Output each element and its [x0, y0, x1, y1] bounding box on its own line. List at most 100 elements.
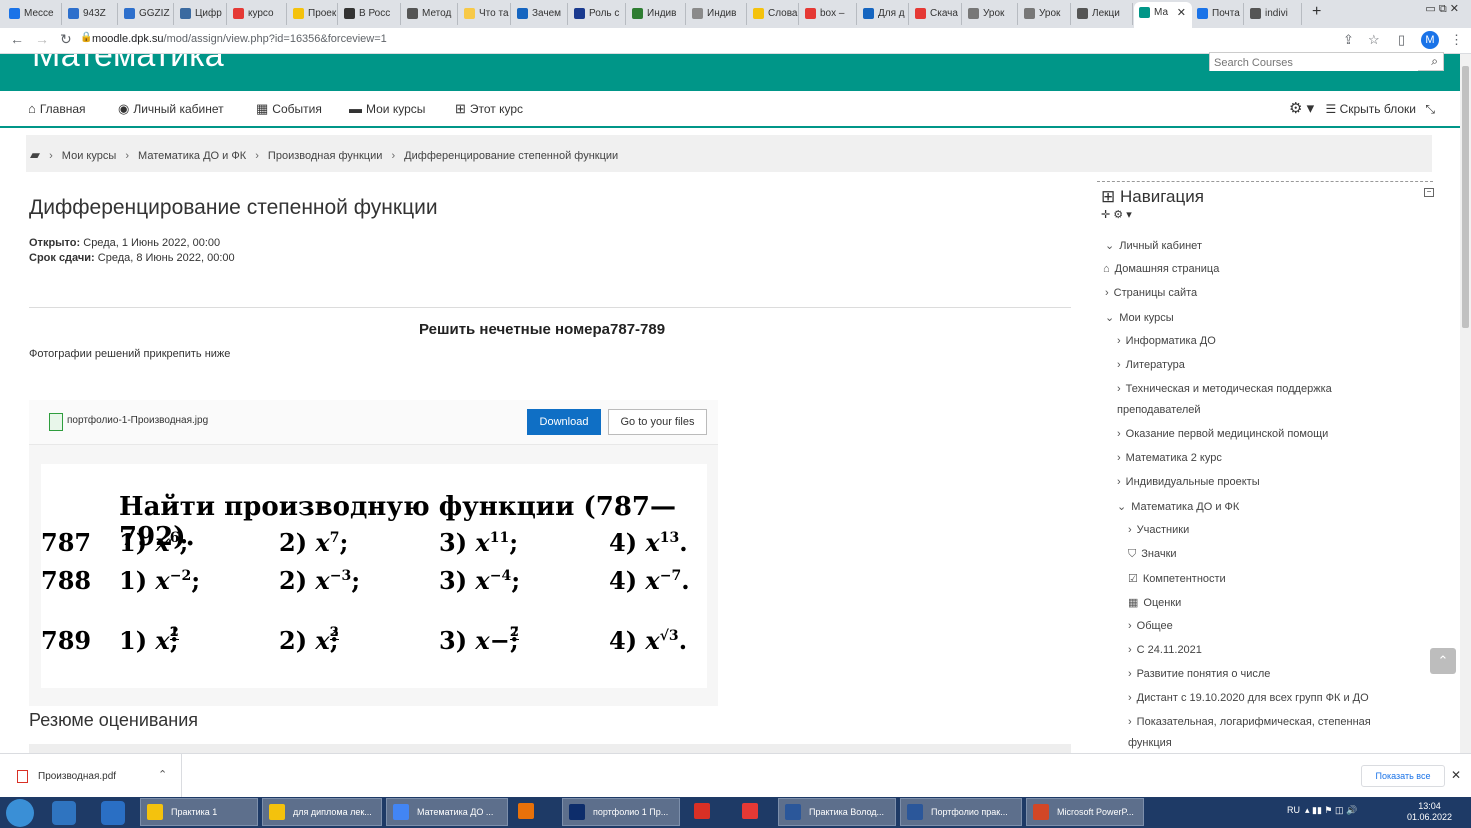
- taskbar-task[interactable]: Microsoft PowerP...: [1026, 798, 1144, 826]
- menu-dashboard[interactable]: ◉ Личный кабинет: [118, 101, 224, 117]
- nav-item[interactable]: › Показательная, логарифмическая, степенн…: [1128, 716, 1371, 728]
- collapse-block-icon[interactable]: −: [1424, 188, 1434, 197]
- menu-events[interactable]: ▦ События: [256, 101, 322, 117]
- browser-tab[interactable]: Индив: [627, 3, 686, 25]
- nav-item[interactable]: функция: [1128, 737, 1172, 749]
- nav-item[interactable]: ⛉ Значки: [1128, 548, 1177, 561]
- nav-item[interactable]: ☑ Компетентности: [1128, 572, 1226, 585]
- back-icon[interactable]: ←: [10, 31, 24, 47]
- browser-tab[interactable]: В Росс: [339, 3, 401, 25]
- fullscreen-icon[interactable]: ⤡: [1425, 102, 1435, 116]
- nav-item[interactable]: ⌄ Личный кабинет: [1105, 239, 1202, 252]
- nav-item[interactable]: ▦ Оценки: [1128, 596, 1181, 609]
- scrollbar-thumb[interactable]: [1462, 66, 1469, 328]
- nav-item[interactable]: › С 24.11.2021: [1128, 644, 1202, 656]
- nav-item[interactable]: ⌄ Мои курсы: [1105, 311, 1174, 324]
- go-to-files-button[interactable]: Go to your files: [608, 409, 707, 435]
- download-item[interactable]: Производная.pdf ⌃: [0, 754, 182, 798]
- hide-blocks-button[interactable]: ☰ Скрыть блоки: [1326, 102, 1417, 116]
- nav-item[interactable]: › Общее: [1128, 620, 1173, 632]
- browser-tab[interactable]: Урок: [1019, 3, 1071, 25]
- taskbar-task[interactable]: Практика Волод...: [778, 798, 896, 826]
- taskbar-task[interactable]: Портфолио прак...: [900, 798, 1022, 826]
- browser-tab[interactable]: Лекци: [1072, 3, 1133, 25]
- bookmark-star-icon[interactable]: ☆: [1368, 32, 1380, 48]
- browser-tab[interactable]: Слова: [748, 3, 799, 25]
- browser-tab[interactable]: Почта: [1192, 3, 1244, 25]
- nav-item[interactable]: › Литература: [1117, 359, 1185, 371]
- taskbar-task[interactable]: [512, 798, 542, 826]
- chevron-up-icon[interactable]: ⌃: [158, 768, 167, 781]
- back-to-top-button[interactable]: ⌃: [1430, 648, 1456, 674]
- site-title[interactable]: Математика: [32, 54, 224, 75]
- new-tab-button[interactable]: +: [1312, 3, 1321, 21]
- show-all-downloads-button[interactable]: Показать все: [1361, 765, 1445, 787]
- browser-tab[interactable]: 943Z: [63, 3, 118, 25]
- reload-icon[interactable]: ↻: [60, 31, 72, 48]
- settings-gear-icon[interactable]: ⚙ ▾: [1289, 100, 1314, 117]
- nav-item[interactable]: › Страницы сайта: [1105, 287, 1197, 299]
- nav-item[interactable]: ⌄ Математика ДО и ФК: [1117, 500, 1239, 513]
- menu-my-courses[interactable]: ▬ Мои курсы: [349, 101, 425, 116]
- forward-icon[interactable]: →: [35, 31, 49, 47]
- taskbar-task[interactable]: Практика 1: [140, 798, 258, 826]
- share-icon[interactable]: ⇪: [1343, 32, 1354, 48]
- start-button[interactable]: [6, 799, 34, 827]
- window-controls[interactable]: ▭ ⧉ ✕: [1425, 2, 1459, 16]
- nav-item[interactable]: › Участники: [1128, 524, 1189, 536]
- browser-tab[interactable]: indivi: [1245, 3, 1302, 25]
- breadcrumb-current[interactable]: Дифференцирование степенной функции: [404, 150, 618, 162]
- menu-kebab-icon[interactable]: ⋮: [1450, 32, 1463, 48]
- tab-close-icon[interactable]: ✕: [1177, 2, 1186, 24]
- nav-item[interactable]: ⌂ Домашняя страница: [1103, 263, 1219, 275]
- nav-item[interactable]: › Дистант с 19.10.2020 для всех групп ФК …: [1128, 692, 1369, 704]
- navigation-controls[interactable]: ✛ ⚙ ▾: [1101, 208, 1132, 221]
- browser-tab[interactable]: Для д: [858, 3, 909, 25]
- taskbar-task[interactable]: [736, 798, 766, 826]
- taskbar-task[interactable]: [688, 798, 718, 826]
- browser-tab[interactable]: Скача: [910, 3, 962, 25]
- nav-item[interactable]: › Развитие понятия о числе: [1128, 668, 1270, 680]
- nav-item[interactable]: › Информатика ДО: [1117, 335, 1216, 347]
- menu-this-course[interactable]: ⊞ Этот курс: [455, 101, 523, 117]
- taskbar-task[interactable]: для диплома лек...: [262, 798, 382, 826]
- download-button[interactable]: Download: [527, 409, 601, 435]
- search-icon[interactable]: ⌕: [1431, 54, 1438, 69]
- browser-tab[interactable]: Роль с: [569, 3, 626, 25]
- taskbar-task[interactable]: Математика ДО ...: [386, 798, 508, 826]
- nav-item[interactable]: › Оказание первой медицинской помощи: [1117, 428, 1328, 440]
- browser-tab[interactable]: Зачем: [512, 3, 568, 25]
- clock[interactable]: 13:04 01.06.2022: [1407, 801, 1452, 823]
- breadcrumb-my-courses[interactable]: Мои курсы: [62, 150, 116, 162]
- browser-tab[interactable]: Индив: [687, 3, 747, 25]
- nav-item[interactable]: › Техническая и методическая поддержка: [1117, 383, 1332, 395]
- taskbar-task[interactable]: портфолио 1 Пр...: [562, 798, 680, 826]
- nav-item[interactable]: › Индивидуальные проекты: [1117, 476, 1260, 488]
- ie-icon[interactable]: [101, 801, 125, 825]
- nav-item[interactable]: › Математика 2 курс: [1117, 452, 1222, 464]
- browser-tab[interactable]: Что та: [459, 3, 511, 25]
- ie-icon[interactable]: [52, 801, 76, 825]
- browser-tab[interactable]: Мессе: [4, 3, 62, 25]
- close-icon[interactable]: ✕: [1451, 768, 1461, 782]
- side-panel-icon[interactable]: ▯: [1398, 32, 1405, 48]
- browser-tab[interactable]: Ма ✕: [1134, 2, 1192, 28]
- breadcrumb-course[interactable]: Математика ДО и ФК: [138, 150, 246, 162]
- breadcrumb-section[interactable]: Производная функции: [268, 150, 382, 162]
- browser-tab[interactable]: GGZIZ: [119, 3, 174, 25]
- menu-home[interactable]: ⌂ Главная: [28, 101, 86, 116]
- browser-tab[interactable]: Проек: [288, 3, 338, 25]
- folder-icon[interactable]: ▰: [30, 147, 40, 162]
- url-field[interactable]: moodle.dpk.su/mod/assign/view.php?id=163…: [92, 33, 387, 45]
- browser-tab[interactable]: курсо: [228, 3, 287, 25]
- profile-avatar[interactable]: M: [1421, 31, 1439, 49]
- file-name[interactable]: портфолио-1-Производная.jpg: [67, 415, 208, 426]
- search-input[interactable]: [1210, 55, 1418, 71]
- browser-tab[interactable]: Урок: [963, 3, 1018, 25]
- nav-item[interactable]: преподавателей: [1117, 404, 1201, 416]
- lock-icon[interactable]: 🔒: [80, 32, 92, 43]
- browser-tab[interactable]: Метод: [402, 3, 458, 25]
- page-scrollbar[interactable]: [1460, 54, 1471, 753]
- browser-tab[interactable]: box –: [800, 3, 857, 25]
- language-indicator[interactable]: RU: [1287, 805, 1300, 815]
